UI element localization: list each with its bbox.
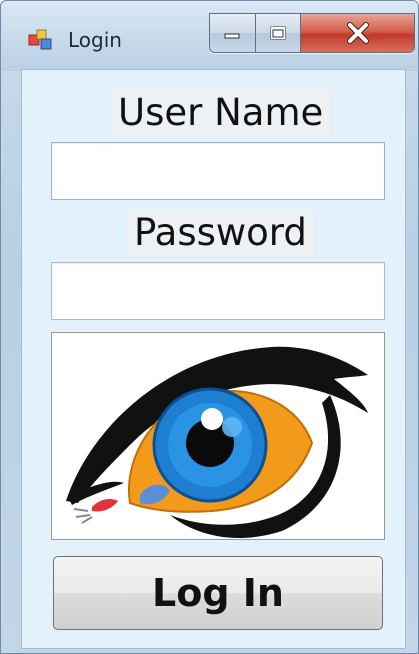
minimize-icon <box>224 33 240 39</box>
window-title: Login <box>68 28 122 52</box>
maximize-button[interactable] <box>255 14 302 52</box>
login-button[interactable]: Log In <box>53 556 383 630</box>
username-input[interactable] <box>51 142 385 200</box>
tear-flame <box>92 499 118 512</box>
maximize-icon <box>270 26 286 40</box>
eye-logo-icon <box>66 346 368 539</box>
close-button[interactable] <box>301 14 414 52</box>
login-window: Login User Name Password Log In <box>0 0 419 654</box>
minimize-button[interactable] <box>210 14 256 52</box>
window-controls <box>209 13 415 53</box>
eye-highlight <box>201 408 223 430</box>
eye-logo-picture <box>51 332 385 540</box>
title-bar[interactable]: Login <box>1 1 418 71</box>
password-label: Password <box>126 210 315 256</box>
username-label: User Name <box>110 90 332 136</box>
spark-lines <box>73 508 93 524</box>
app-icon <box>28 29 52 50</box>
close-icon <box>346 22 369 44</box>
eye-highlight-small <box>222 417 242 437</box>
client-area: User Name Password Log In <box>21 69 406 649</box>
password-input[interactable] <box>51 262 385 320</box>
